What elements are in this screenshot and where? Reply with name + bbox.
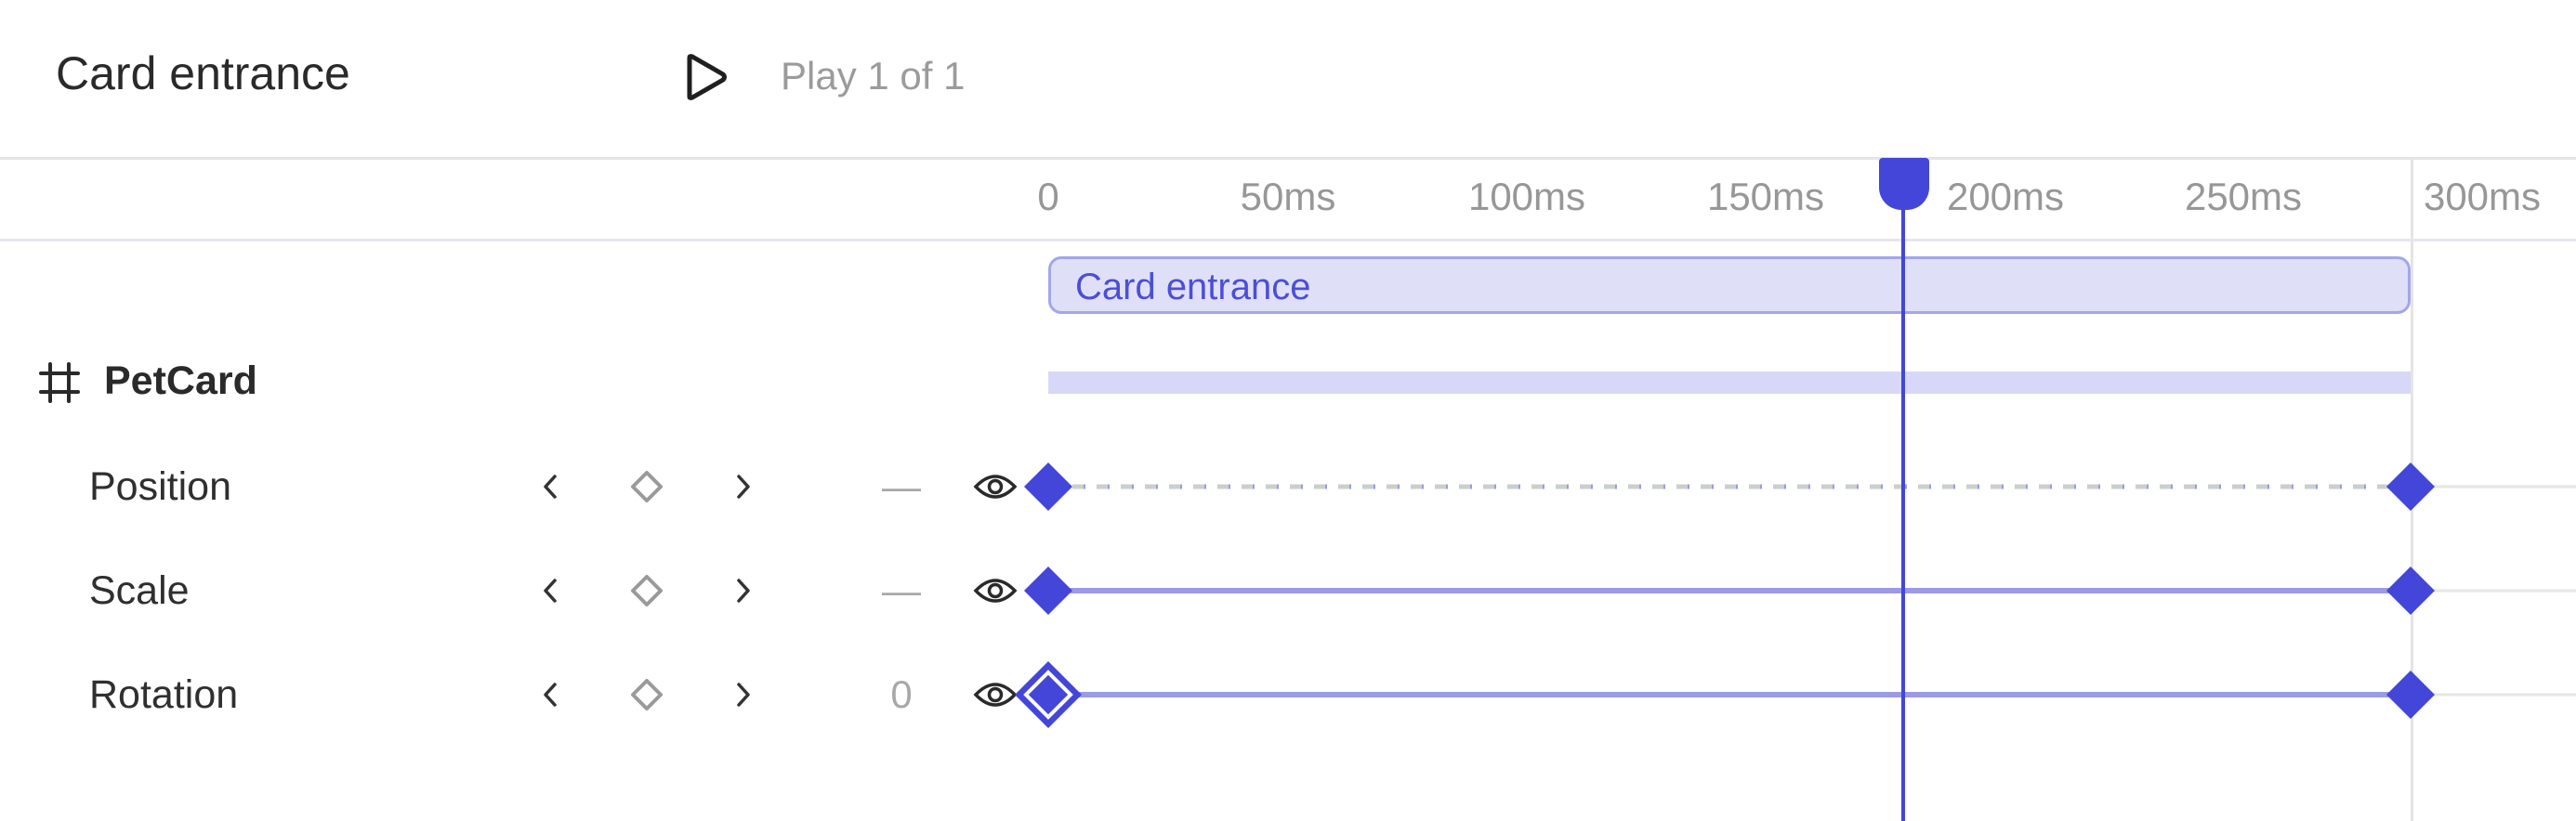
chevron-left-icon <box>544 683 557 707</box>
chevron-right-icon <box>737 683 750 707</box>
ruler-tick: 300ms <box>2423 175 2542 218</box>
animation-clip[interactable]: Card entrance <box>1048 256 2411 314</box>
keyframe-diamond <box>2386 671 2435 719</box>
keyframe-diamond <box>2386 463 2435 511</box>
prev-keyframe-button[interactable] <box>524 669 576 721</box>
keyframe-diamond <box>1024 567 1072 615</box>
layer-name: PetCard <box>104 358 257 403</box>
keyframe-diamond-selected <box>1015 661 1082 728</box>
diamond-icon <box>631 471 663 502</box>
property-value[interactable]: 0 <box>874 672 929 717</box>
play-button[interactable] <box>677 48 734 106</box>
timeline-header: Card entrance Play 1 of 1 <box>0 0 2576 158</box>
prev-keyframe-button[interactable] <box>524 461 576 513</box>
property-track <box>1024 567 2576 615</box>
chevron-right-icon <box>737 475 750 499</box>
clip-label: Card entrance <box>1075 267 1311 307</box>
keyframe-diamond <box>1024 463 1072 511</box>
diamond-icon <box>631 679 663 710</box>
property-track <box>1015 661 2576 728</box>
ruler-bottom-divider <box>0 239 2576 241</box>
property-label: Rotation <box>89 672 239 717</box>
property-track <box>1024 463 2576 511</box>
play-count-label: Play 1 of 1 <box>781 54 966 98</box>
add-keyframe-button[interactable] <box>621 461 673 513</box>
play-icon <box>687 54 727 100</box>
eye-icon[interactable] <box>972 676 1019 713</box>
layer-duration-bar <box>1048 371 2411 394</box>
property-value[interactable]: — <box>874 464 929 509</box>
diamond-icon <box>631 575 663 606</box>
ruler-tick: 0 <box>1037 175 1059 218</box>
add-keyframe-button[interactable] <box>621 669 673 721</box>
eye-icon[interactable] <box>972 468 1019 505</box>
chevron-right-icon <box>737 579 750 603</box>
property-row-scale: Scale — <box>0 544 2576 637</box>
chevron-left-icon <box>544 475 557 499</box>
next-keyframe-button[interactable] <box>717 565 769 617</box>
prev-keyframe-button[interactable] <box>524 565 576 617</box>
timeline-panel: Card entrance Play 1 of 1 0 50ms 100ms 1… <box>0 0 2576 821</box>
chevron-left-icon <box>544 579 557 603</box>
property-row-position: Position — <box>0 440 2576 533</box>
property-row-rotation: Rotation 0 <box>0 648 2576 741</box>
property-label: Scale <box>89 568 190 613</box>
playhead-line <box>1901 160 1905 821</box>
property-label: Position <box>89 464 231 509</box>
ruler-tick: 200ms <box>1946 175 2065 218</box>
ruler-tick: 100ms <box>1467 175 1586 218</box>
playhead-handle[interactable] <box>1879 158 1929 210</box>
keyframe-diamond <box>2386 567 2435 615</box>
eye-icon[interactable] <box>972 572 1019 609</box>
property-value[interactable]: — <box>874 568 929 613</box>
add-keyframe-button[interactable] <box>621 565 673 617</box>
ruler-tick: 150ms <box>1706 175 1825 218</box>
animation-title: Card entrance <box>56 47 350 99</box>
ruler-top-divider <box>0 157 2576 160</box>
frame-icon <box>39 362 80 403</box>
ruler-tick: 250ms <box>2184 175 2303 218</box>
next-keyframe-button[interactable] <box>717 461 769 513</box>
ruler-tick: 50ms <box>1240 175 1336 218</box>
next-keyframe-button[interactable] <box>717 669 769 721</box>
